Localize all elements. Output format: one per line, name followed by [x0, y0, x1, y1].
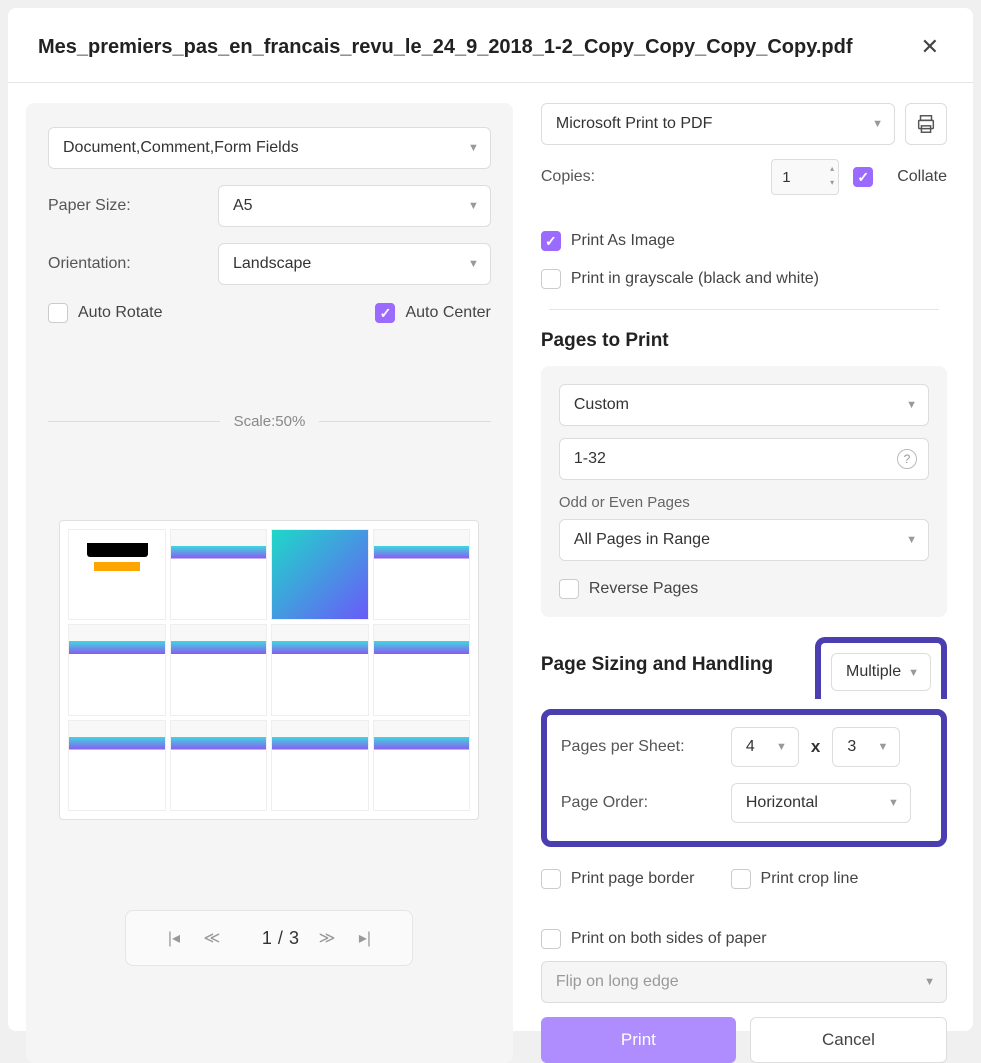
copies-spinner[interactable]: 1	[771, 159, 839, 195]
pps-rows-select[interactable]: 3 ▼	[832, 727, 900, 767]
print-crop-label: Print crop line	[761, 870, 859, 888]
odd-even-value: All Pages in Range	[574, 531, 710, 549]
pages-per-sheet-label: Pages per Sheet:	[561, 738, 731, 756]
page-sizing-title: Page Sizing and Handling	[541, 654, 773, 676]
flip-edge-select: Flip on long edge ▼	[541, 961, 947, 1003]
close-button[interactable]: ✕	[917, 30, 943, 64]
print-content-select[interactable]: Document,Comment,Form Fields ▼	[48, 127, 491, 169]
pages-to-print-section: Custom ▼ ? Odd or Even Pages All Pages i…	[541, 366, 947, 617]
both-sides-checkbox[interactable]	[541, 929, 561, 949]
pps-cols-select[interactable]: 4 ▼	[731, 727, 799, 767]
pps-cols-value: 4	[746, 738, 755, 756]
pages-mode-value: Custom	[574, 396, 629, 414]
print-border-checkbox[interactable]	[541, 869, 561, 889]
pps-rows-value: 3	[847, 738, 856, 756]
paper-size-value: A5	[233, 197, 253, 215]
last-page-button[interactable]: ▸|	[347, 920, 383, 956]
print-crop-checkbox[interactable]	[731, 869, 751, 889]
scale-text: Scale:50%	[220, 413, 320, 430]
auto-rotate-label: Auto Rotate	[78, 304, 163, 322]
next-page-button[interactable]: ≫	[309, 920, 345, 956]
pages-to-print-title: Pages to Print	[541, 330, 947, 352]
divider	[549, 309, 939, 310]
print-dialog: Mes_premiers_pas_en_francais_revu_le_24_…	[8, 8, 973, 1031]
scale-indicator: Scale:50%	[48, 413, 491, 430]
grayscale-label: Print in grayscale (black and white)	[571, 270, 819, 288]
flip-edge-value: Flip on long edge	[556, 973, 679, 991]
prev-page-button[interactable]: ≪	[194, 920, 230, 956]
page-range-input[interactable]	[559, 438, 929, 480]
print-border-label: Print page border	[571, 870, 695, 888]
collate-checkbox[interactable]	[853, 167, 873, 187]
printer-icon	[915, 113, 937, 135]
preview-panel: Document,Comment,Form Fields ▼ Paper Siz…	[26, 103, 513, 1063]
copies-label: Copies:	[541, 168, 757, 186]
reverse-pages-label: Reverse Pages	[589, 580, 698, 598]
paper-size-label: Paper Size:	[48, 197, 218, 215]
paper-size-select[interactable]: A5 ▼	[218, 185, 491, 227]
cancel-button[interactable]: Cancel	[750, 1017, 947, 1063]
settings-panel: Microsoft Print to PDF ▼ Copies: 1 Colla…	[533, 103, 955, 1063]
collate-label: Collate	[897, 168, 947, 186]
page-order-value: Horizontal	[746, 794, 818, 812]
dialog-header: Mes_premiers_pas_en_francais_revu_le_24_…	[8, 8, 973, 83]
first-page-button[interactable]: |◂	[156, 920, 192, 956]
printer-properties-button[interactable]	[905, 103, 947, 145]
reverse-pages-checkbox[interactable]	[559, 579, 579, 599]
printer-value: Microsoft Print to PDF	[556, 115, 712, 133]
sizing-mode-select[interactable]: Multiple ▼	[831, 653, 931, 693]
copies-value: 1	[782, 169, 790, 186]
auto-center-label: Auto Center	[405, 304, 490, 322]
x-separator: x	[799, 737, 832, 757]
page-preview	[59, 520, 479, 820]
print-button[interactable]: Print	[541, 1017, 736, 1063]
help-icon[interactable]: ?	[897, 449, 917, 469]
auto-rotate-checkbox[interactable]	[48, 303, 68, 323]
orientation-select[interactable]: Landscape ▼	[218, 243, 491, 285]
page-number-input[interactable]	[232, 928, 272, 949]
auto-center-checkbox[interactable]	[375, 303, 395, 323]
odd-even-select[interactable]: All Pages in Range ▼	[559, 519, 929, 561]
sizing-highlight: Pages per Sheet: 4 ▼ x 3 ▼ Page Order:	[541, 709, 947, 847]
page-order-select[interactable]: Horizontal ▼	[731, 783, 911, 823]
orientation-value: Landscape	[233, 255, 311, 273]
pages-mode-select[interactable]: Custom ▼	[559, 384, 929, 426]
print-content-value: Document,Comment,Form Fields	[63, 139, 299, 157]
orientation-label: Orientation:	[48, 255, 218, 273]
sizing-mode-value: Multiple	[846, 663, 901, 681]
preview-pager: |◂ ≪ / 3 ≫ ▸|	[125, 910, 413, 966]
print-as-image-label: Print As Image	[571, 232, 675, 250]
print-as-image-checkbox[interactable]	[541, 231, 561, 251]
odd-even-label: Odd or Even Pages	[559, 494, 929, 511]
file-title: Mes_premiers_pas_en_francais_revu_le_24_…	[38, 36, 853, 59]
both-sides-label: Print on both sides of paper	[571, 930, 767, 948]
page-order-label: Page Order:	[561, 794, 731, 812]
printer-select[interactable]: Microsoft Print to PDF ▼	[541, 103, 895, 145]
pager-total: 3	[289, 928, 307, 949]
pager-separator: /	[274, 928, 287, 949]
grayscale-checkbox[interactable]	[541, 269, 561, 289]
